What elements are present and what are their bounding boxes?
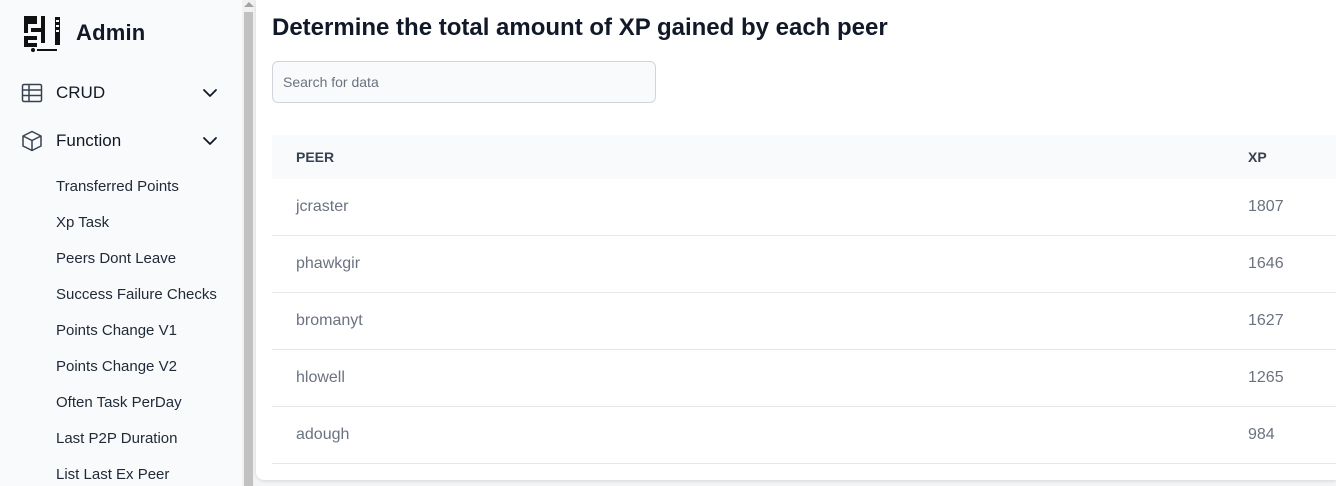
column-header-peer: PEER (296, 149, 335, 165)
chevron-down-icon[interactable] (200, 131, 220, 151)
table-icon (21, 83, 43, 103)
table-row: adough 984 (272, 407, 1336, 464)
peer-cell: jcraster (296, 198, 349, 215)
search-input[interactable] (272, 61, 656, 103)
sidebar-item-transferred-points[interactable]: Transferred Points (56, 177, 217, 213)
brand-title: Admin (76, 20, 146, 45)
nav-group-function[interactable]: Function (20, 127, 220, 155)
brand[interactable]: Admin (22, 12, 145, 54)
peer-cell: adough (296, 426, 350, 443)
sidebar-item-list-last-ex-peer[interactable]: List Last Ex Peer (56, 465, 217, 486)
table-header: PEER XP (272, 135, 1336, 179)
scroll-up-arrow-icon[interactable] (244, 2, 254, 7)
school21-logo (24, 16, 60, 52)
xp-cell: 984 (1248, 426, 1275, 443)
sidebar-item-often-task-perday[interactable]: Often Task PerDay (56, 393, 217, 429)
nav-group-crud[interactable]: CRUD (20, 79, 220, 107)
nav-group-label: CRUD (56, 83, 106, 102)
sidebar-item-xp-task[interactable]: Xp Task (56, 213, 217, 249)
column-header-xp: XP (1248, 149, 1267, 165)
xp-cell: 1646 (1248, 255, 1284, 272)
peer-cell: bromanyt (296, 312, 363, 329)
table-row: jcraster 1807 (272, 179, 1336, 236)
sidebar-item-success-failure-checks[interactable]: Success Failure Checks (56, 285, 217, 321)
page-title: Determine the total amount of XP gained … (272, 14, 888, 41)
peer-cell: hlowell (296, 369, 345, 386)
xp-cell: 1807 (1248, 198, 1284, 215)
main-content: Determine the total amount of XP gained … (256, 0, 1336, 480)
sidebar-item-last-p2p-duration[interactable]: Last P2P Duration (56, 429, 217, 465)
cube-icon (22, 130, 42, 152)
xp-cell: 1265 (1248, 369, 1284, 386)
peer-cell: phawkgir (296, 255, 361, 272)
xp-table: PEER XP jcraster 1807 phawkgir 1646 brom… (272, 135, 1336, 464)
nav-group-label: Function (56, 131, 122, 150)
function-submenu: Transferred Points Xp Task Peers Dont Le… (56, 177, 217, 486)
sidebar-item-peers-dont-leave[interactable]: Peers Dont Leave (56, 249, 217, 285)
sidebar-item-points-change-v1[interactable]: Points Change V1 (56, 321, 217, 357)
scrollbar-thumb[interactable] (244, 12, 253, 486)
chevron-down-icon[interactable] (200, 83, 220, 103)
table-row: bromanyt 1627 (272, 293, 1336, 350)
table-row: phawkgir 1646 (272, 236, 1336, 293)
xp-cell: 1627 (1248, 312, 1284, 329)
sidebar-scrollbar[interactable] (242, 0, 255, 486)
sidebar: Admin CRUD Function Transferred Points X… (0, 0, 242, 486)
sidebar-item-points-change-v2[interactable]: Points Change V2 (56, 357, 217, 393)
table-row: hlowell 1265 (272, 350, 1336, 407)
